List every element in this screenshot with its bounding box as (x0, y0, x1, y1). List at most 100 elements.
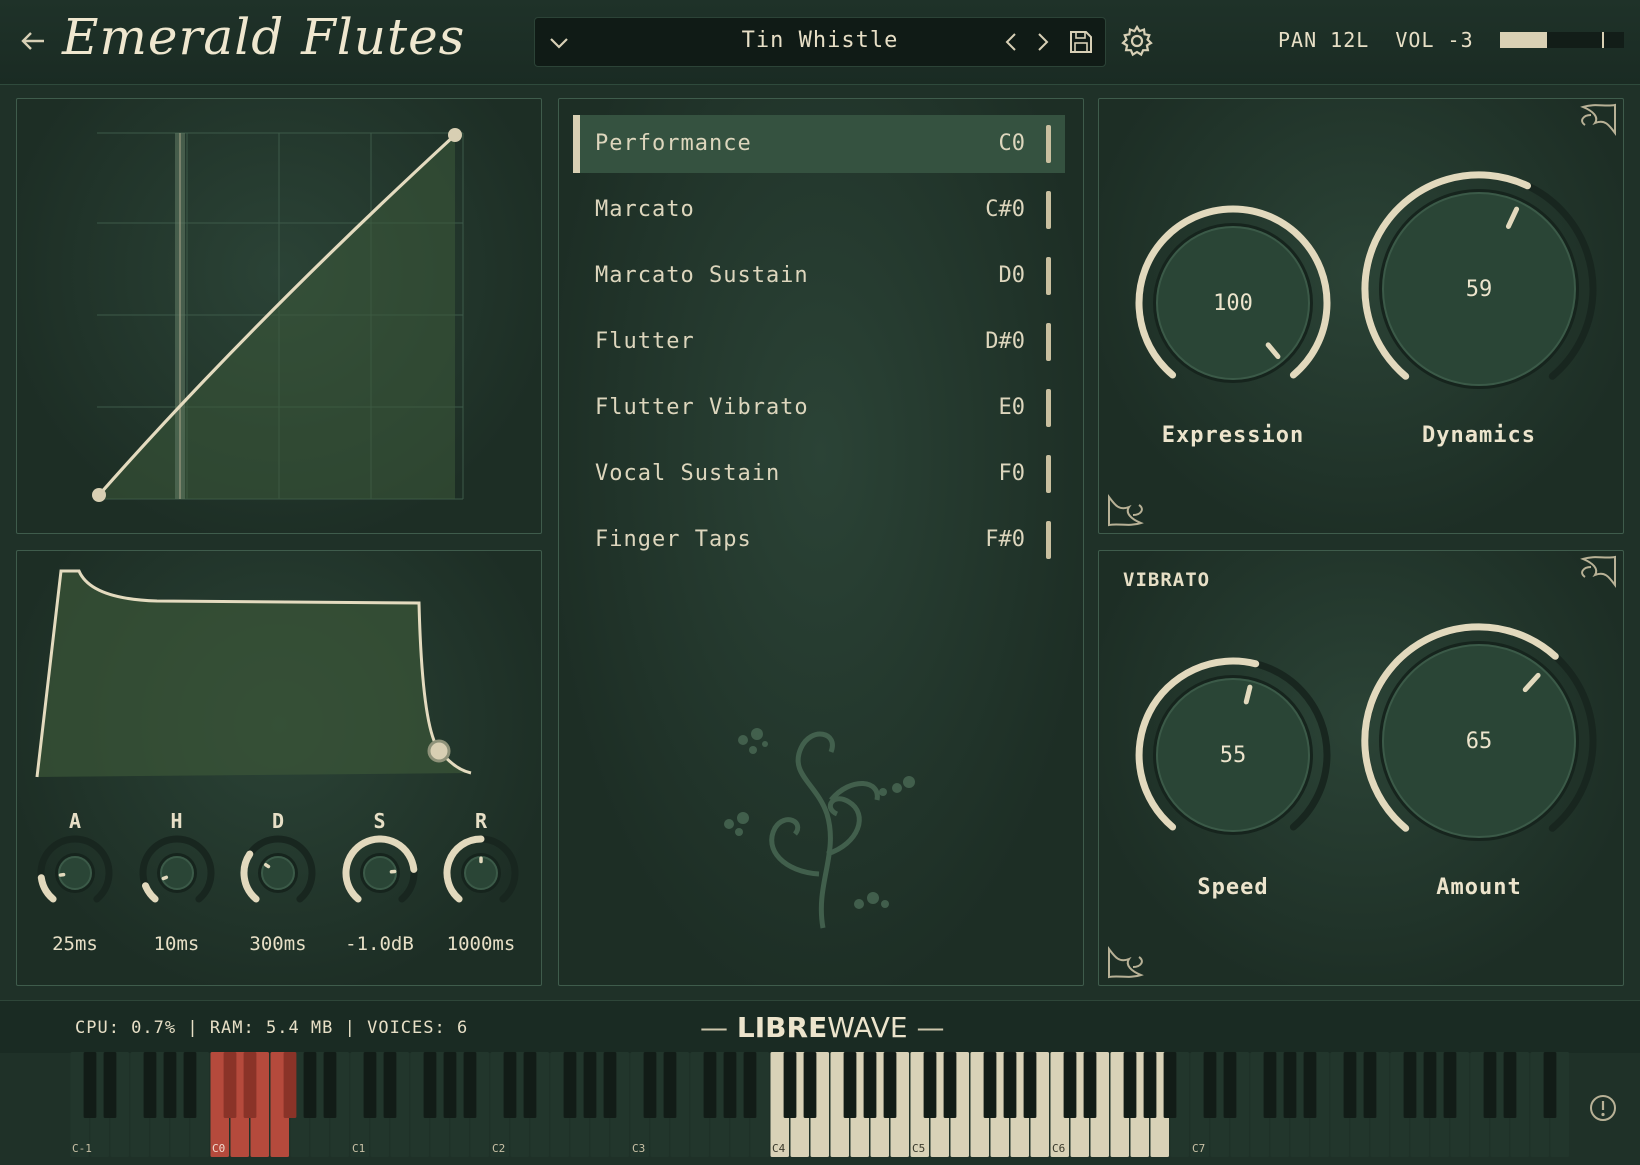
dynamics-knob[interactable]: 59 (1359, 169, 1599, 409)
black-key[interactable] (1263, 1052, 1277, 1118)
black-key[interactable] (703, 1052, 717, 1118)
black-key[interactable] (1443, 1052, 1457, 1118)
black-key[interactable] (563, 1052, 577, 1118)
black-key[interactable] (243, 1052, 257, 1118)
preset-name[interactable]: Tin Whistle (685, 28, 955, 53)
black-key[interactable] (1063, 1052, 1077, 1118)
chevron-left-icon[interactable] (1001, 30, 1023, 54)
articulation-item[interactable]: Performance C0 (573, 115, 1065, 173)
black-key[interactable] (943, 1052, 957, 1118)
chevron-down-icon[interactable] (547, 30, 571, 54)
sustain-knob[interactable] (340, 833, 420, 913)
articulation-label: Vocal Sustain (595, 461, 781, 486)
decay-knob[interactable] (238, 833, 318, 913)
output-level-fill (1500, 32, 1548, 48)
black-key[interactable] (1223, 1052, 1237, 1118)
black-key[interactable] (1423, 1052, 1437, 1118)
black-key[interactable] (383, 1052, 397, 1118)
articulation-item[interactable]: Vocal Sustain F0 (573, 445, 1065, 503)
black-key[interactable] (463, 1052, 477, 1118)
gear-icon[interactable] (1120, 24, 1154, 58)
articulation-keyswitch: D#0 (985, 329, 1025, 354)
vol-readout[interactable]: VOL -3 (1395, 28, 1473, 52)
knob-pointer (161, 875, 168, 881)
black-key[interactable] (503, 1052, 517, 1118)
curve-start-handle[interactable] (92, 488, 106, 502)
save-icon[interactable] (1067, 28, 1095, 56)
status-bar: CPU: 0.7% | RAM: 5.4 MB | VOICES: 6 — LI… (0, 1000, 1640, 1053)
black-key[interactable] (1083, 1052, 1097, 1118)
black-key[interactable] (923, 1052, 937, 1118)
black-key[interactable] (1203, 1052, 1217, 1118)
articulation-item[interactable]: Marcato C#0 (573, 181, 1065, 239)
release-knob[interactable] (441, 833, 521, 913)
black-key[interactable] (883, 1052, 897, 1118)
black-key[interactable] (163, 1052, 177, 1118)
black-key[interactable] (643, 1052, 657, 1118)
black-key[interactable] (1403, 1052, 1417, 1118)
black-key[interactable] (1543, 1052, 1557, 1118)
black-key[interactable] (363, 1052, 377, 1118)
expression-label: Expression (1161, 423, 1305, 448)
piano-keys[interactable]: C-1 C0 C1 C2 C3 C4 C5 C6 C7 (70, 1052, 1570, 1159)
black-key[interactable] (1363, 1052, 1377, 1118)
black-key[interactable] (443, 1052, 457, 1118)
articulation-item[interactable]: Flutter D#0 (573, 313, 1065, 371)
black-key[interactable] (303, 1052, 317, 1118)
black-key[interactable] (603, 1052, 617, 1118)
octave-label: C5 (912, 1142, 925, 1155)
preset-selector[interactable]: Tin Whistle (534, 17, 1106, 67)
black-key[interactable] (183, 1052, 197, 1118)
brand-logo: — LIBREWAVE — (700, 1011, 945, 1044)
black-key[interactable] (803, 1052, 817, 1118)
black-key[interactable] (143, 1052, 157, 1118)
black-key[interactable] (1003, 1052, 1017, 1118)
pan-readout[interactable]: PAN 12L (1278, 28, 1369, 52)
black-key[interactable] (1503, 1052, 1517, 1118)
curve-end-handle[interactable] (448, 128, 462, 142)
chevron-right-icon[interactable] (1031, 30, 1053, 54)
articulation-item[interactable]: Marcato Sustain D0 (573, 247, 1065, 305)
velocity-curve-graph[interactable] (17, 99, 541, 533)
black-key[interactable] (83, 1052, 97, 1118)
corner-ornament-icon (1580, 555, 1616, 589)
black-key[interactable] (1163, 1052, 1177, 1118)
piano-keyboard[interactable]: C-1 C0 C1 C2 C3 C4 C5 C6 C7 (70, 1052, 1570, 1159)
black-key[interactable] (1023, 1052, 1037, 1118)
envelope-param-value: 25ms (52, 933, 98, 955)
vibrato-amount-knob[interactable]: 65 (1359, 621, 1599, 861)
black-key[interactable] (583, 1052, 597, 1118)
black-key[interactable] (423, 1052, 437, 1118)
attack-knob[interactable] (35, 833, 115, 913)
black-key[interactable] (663, 1052, 677, 1118)
black-key[interactable] (863, 1052, 877, 1118)
envelope-graph[interactable] (17, 551, 541, 791)
expression-knob[interactable]: 100 (1133, 203, 1333, 403)
black-key[interactable] (523, 1052, 537, 1118)
black-key[interactable] (1303, 1052, 1317, 1118)
articulation-item[interactable]: Flutter Vibrato E0 (573, 379, 1065, 437)
black-key[interactable] (1143, 1052, 1157, 1118)
black-key[interactable] (743, 1052, 757, 1118)
vibrato-speed-knob[interactable]: 55 (1133, 655, 1333, 855)
black-key[interactable] (783, 1052, 797, 1118)
black-key[interactable] (1483, 1052, 1497, 1118)
black-key[interactable] (1123, 1052, 1137, 1118)
black-key[interactable] (723, 1052, 737, 1118)
black-key[interactable] (1283, 1052, 1297, 1118)
black-key[interactable] (1343, 1052, 1357, 1118)
black-key[interactable] (843, 1052, 857, 1118)
back-arrow-icon[interactable] (16, 24, 50, 58)
black-key[interactable] (283, 1052, 297, 1118)
info-icon[interactable] (1588, 1093, 1618, 1123)
hold-knob[interactable] (137, 833, 217, 913)
black-key[interactable] (223, 1052, 237, 1118)
release-handle[interactable] (427, 739, 451, 763)
app-logo-title: Emerald Flutes (62, 8, 466, 66)
black-key[interactable] (323, 1052, 337, 1118)
articulation-item[interactable]: Finger Taps F#0 (573, 511, 1065, 569)
black-key[interactable] (983, 1052, 997, 1118)
floral-ornament-icon (724, 728, 915, 929)
curve-fill (99, 135, 455, 499)
black-key[interactable] (103, 1052, 117, 1118)
